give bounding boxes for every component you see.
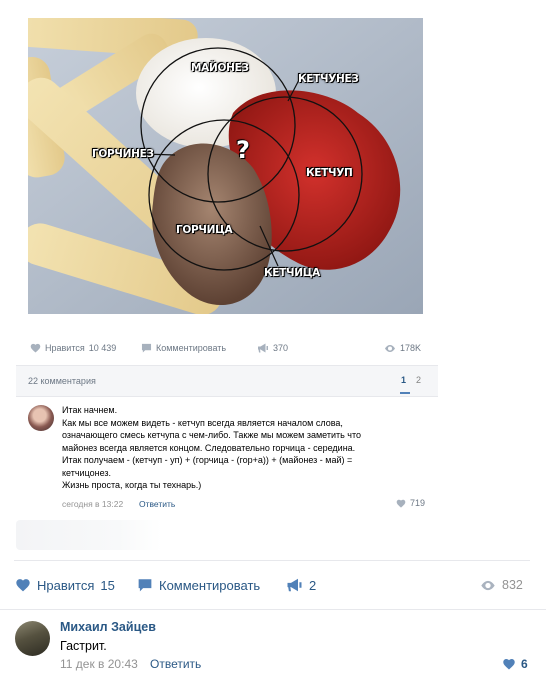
comment-author[interactable]: Михаил Зайцев: [60, 620, 156, 634]
like-button[interactable]: Нравится 15: [15, 576, 115, 594]
megaphone-icon: [287, 578, 302, 592]
blurred-area: [16, 520, 162, 550]
avatar[interactable]: [28, 405, 54, 431]
heart-icon: [30, 343, 41, 353]
eye-icon: [385, 344, 395, 352]
inner-like-button[interactable]: Нравится 10 439: [30, 340, 116, 356]
food-venn-illustration: [28, 18, 423, 314]
inner-comments-count[interactable]: 22 комментария: [28, 376, 96, 386]
inner-comment-label: Комментировать: [156, 343, 227, 353]
embedded-screenshot: МАЙОНЕЗ КЕТЧУНЕЗ ГОРЧИНЕЗ ? КЕТЧУП ГОРЧИ…: [0, 0, 546, 560]
venn-diagram-photo: [28, 18, 423, 314]
inner-reply-link[interactable]: Ответить: [139, 499, 175, 509]
inner-comment-like-count: 719: [410, 498, 426, 508]
inner-comments-header: 22 комментария 1 2: [16, 366, 438, 397]
heart-icon: [396, 499, 406, 508]
inner-comment-date[interactable]: сегодня в 13:22: [62, 499, 123, 509]
share-count: 2: [309, 577, 317, 593]
page-1-link[interactable]: 1: [401, 375, 406, 385]
heart-icon: [16, 579, 30, 592]
views-count: 832: [502, 578, 523, 592]
comment-like-button[interactable]: 6: [502, 657, 528, 671]
views-counter: 832: [480, 576, 523, 594]
inner-like-count: 10 439: [88, 343, 117, 353]
comment-date[interactable]: 11 дек в 20:43: [60, 657, 138, 671]
comment-label: Комментировать: [159, 577, 261, 593]
share-button[interactable]: 2: [286, 576, 316, 594]
inner-comment: Итак начнем. Как мы все можем видеть - к…: [16, 397, 438, 515]
inner-views: 178K: [384, 340, 421, 356]
divider: [0, 609, 546, 610]
inner-share-button[interactable]: 370: [257, 340, 288, 356]
eye-icon: [481, 580, 495, 590]
inner-comment-like[interactable]: 719: [396, 498, 425, 508]
active-page-underline: [400, 392, 410, 394]
comment-text: Гастрит.: [60, 639, 107, 653]
heart-icon: [503, 658, 515, 670]
avatar[interactable]: [15, 621, 50, 656]
like-count: 15: [100, 577, 115, 593]
divider: [14, 560, 530, 561]
like-label: Нравится: [37, 577, 95, 593]
megaphone-icon: [258, 343, 268, 353]
inner-share-count: 370: [273, 343, 289, 353]
page-2-link[interactable]: 2: [416, 375, 421, 385]
comment-button[interactable]: Комментировать: [137, 576, 260, 594]
comment-like-count: 6: [521, 657, 528, 671]
inner-views-count: 178K: [400, 343, 422, 353]
comment-icon: [138, 579, 152, 592]
inner-comment-text: Итак начнем. Как мы все можем видеть - к…: [62, 405, 362, 490]
reply-link[interactable]: Ответить: [150, 657, 201, 671]
inner-comment-button[interactable]: Комментировать: [141, 340, 226, 356]
comment-icon: [141, 343, 152, 353]
inner-like-label: Нравится: [45, 343, 85, 353]
